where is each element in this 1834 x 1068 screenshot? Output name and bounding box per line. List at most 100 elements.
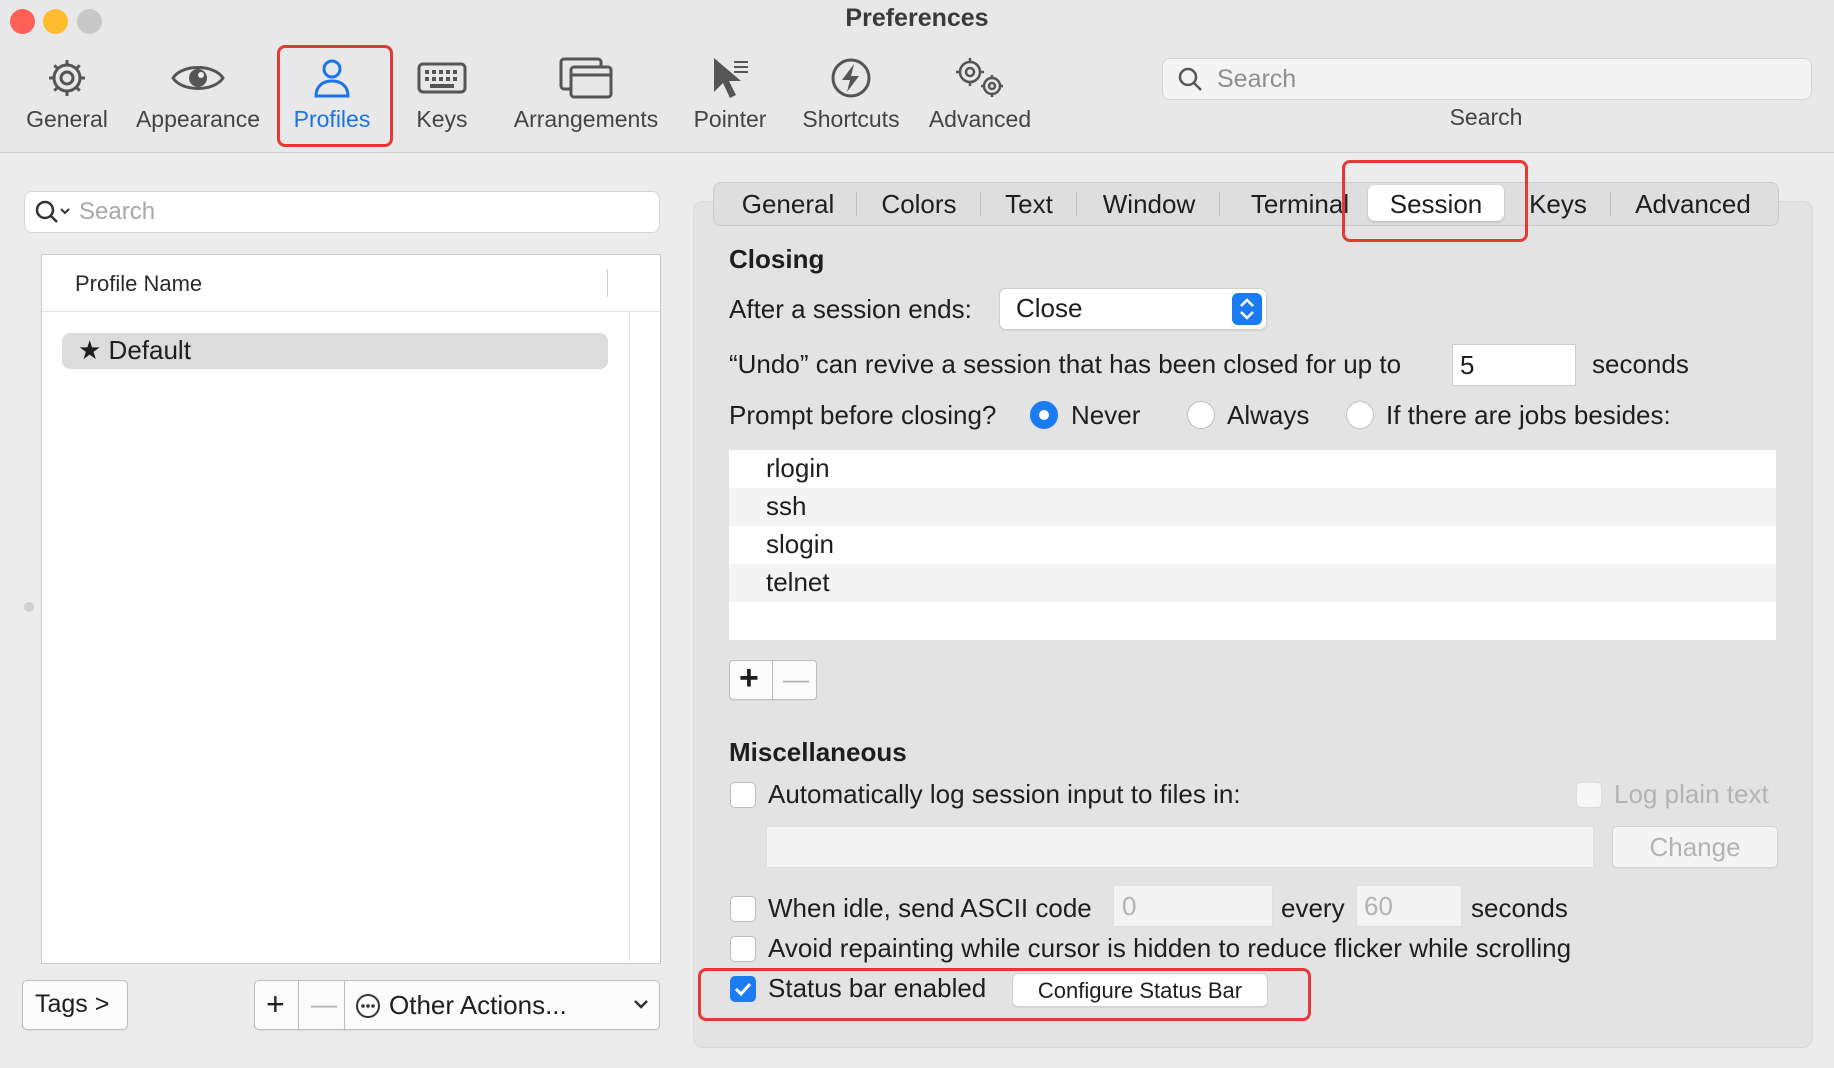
toolbar-keys[interactable]: Keys <box>400 52 484 142</box>
pointer-icon <box>686 52 774 104</box>
remove-profile-button[interactable]: — <box>298 980 346 1030</box>
toolbar-search-label: Search <box>1449 104 1523 130</box>
person-icon <box>280 52 384 104</box>
tab-text[interactable]: Text <box>988 186 1070 222</box>
plus-icon: + <box>739 659 759 697</box>
eye-icon <box>133 52 263 104</box>
closing-section-title: Closing <box>729 244 825 274</box>
idle-interval-value: 60 <box>1364 891 1393 921</box>
idle-code-input[interactable]: 0 <box>1113 885 1273 927</box>
toolbar-pointer[interactable]: Pointer <box>686 52 774 142</box>
list-item[interactable]: slogin <box>729 526 1776 564</box>
tags-button-label: Tags > <box>35 990 110 1018</box>
search-placeholder: Search <box>1217 65 1297 93</box>
toolbar-label: Keys <box>416 106 468 132</box>
ellipsis-circle-icon <box>355 993 381 1024</box>
toolbar-appearance[interactable]: Appearance <box>133 52 263 142</box>
tab-divider <box>980 192 981 216</box>
toolbar-label: Profiles <box>293 106 371 132</box>
toolbar-profiles[interactable]: Profiles <box>280 52 384 142</box>
toolbar-arrangements[interactable]: Arrangements <box>508 52 664 142</box>
undo-seconds-value: 5 <box>1460 350 1475 380</box>
add-job-button[interactable]: + <box>729 659 774 700</box>
every-label: every <box>1281 893 1345 923</box>
list-item[interactable]: telnet <box>729 564 1776 602</box>
toolbar-label: Shortcuts <box>802 106 900 132</box>
tab-keys[interactable]: Keys <box>1518 186 1598 222</box>
gear-icon <box>18 52 116 104</box>
change-directory-button[interactable]: Change <box>1612 826 1778 868</box>
toolbar-shortcuts[interactable]: Shortcuts <box>796 52 906 142</box>
tab-window[interactable]: Window <box>1086 186 1212 222</box>
session-tab-highlight-box <box>1342 160 1528 242</box>
list-scroll-track <box>629 312 630 962</box>
radio-never[interactable] <box>1030 401 1058 429</box>
after-session-value: Close <box>1016 293 1083 323</box>
other-actions-label: Other Actions... <box>389 990 567 1020</box>
toolbar-label: Pointer <box>693 106 767 132</box>
avoid-repaint-checkbox[interactable] <box>730 936 756 962</box>
profile-list-header[interactable]: Profile Name <box>42 255 660 312</box>
idle-interval-input[interactable]: 60 <box>1356 885 1462 927</box>
tab-divider <box>1076 192 1077 216</box>
toolbar-advanced[interactable]: Advanced <box>924 52 1036 142</box>
other-actions-menu[interactable]: Other Actions... <box>344 980 660 1030</box>
after-session-select[interactable]: Close <box>999 288 1267 330</box>
undo-seconds-input[interactable]: 5 <box>1452 344 1576 386</box>
radio-jobs-besides[interactable] <box>1346 401 1374 429</box>
chevron-down-icon <box>633 997 649 1015</box>
toolbar-general[interactable]: General <box>18 52 116 142</box>
undo-label: “Undo” can revive a session that has bee… <box>729 349 1402 379</box>
windows-icon <box>508 52 664 104</box>
job-name: slogin <box>766 529 834 559</box>
add-profile-button[interactable]: + <box>254 980 300 1030</box>
tab-general[interactable]: General <box>728 186 848 222</box>
tab-divider <box>856 192 857 216</box>
toolbar-label: General <box>26 106 108 132</box>
misc-section-title: Miscellaneous <box>729 737 907 767</box>
avoid-repaint-label: Avoid repainting while cursor is hidden … <box>768 933 1572 963</box>
tags-button[interactable]: Tags > <box>22 980 128 1030</box>
auto-log-label: Automatically log session input to files… <box>768 779 1241 809</box>
log-directory-field[interactable] <box>766 826 1594 868</box>
idle-ascii-checkbox[interactable] <box>730 896 756 922</box>
minus-icon: — <box>311 989 337 1019</box>
checkmark-icon <box>734 982 752 997</box>
auto-log-checkbox[interactable] <box>730 782 756 808</box>
idle-ascii-label: When idle, send ASCII code <box>768 893 1092 923</box>
status-bar-label: Status bar enabled <box>768 973 987 1003</box>
job-name: telnet <box>766 567 830 597</box>
split-handle[interactable] <box>24 602 34 612</box>
radio-always-label: Always <box>1227 400 1310 430</box>
toolbar-label: Advanced <box>928 106 1032 132</box>
after-session-label: After a session ends: <box>729 294 972 324</box>
tab-colors[interactable]: Colors <box>864 186 974 222</box>
tab-divider <box>1610 192 1611 216</box>
profile-search-field[interactable]: Search <box>24 191 660 233</box>
radio-jobs-besides-label: If there are jobs besides: <box>1386 400 1671 430</box>
radio-always[interactable] <box>1187 401 1215 429</box>
star-icon: ★ <box>78 335 102 365</box>
log-plain-text-checkbox[interactable] <box>1576 782 1602 808</box>
column-header-profile-name: Profile Name <box>75 271 203 296</box>
plus-icon: + <box>266 986 285 1022</box>
window-title: Preferences <box>845 4 989 32</box>
list-item[interactable]: rlogin <box>729 450 1776 488</box>
log-plain-text-label: Log plain text <box>1614 779 1769 809</box>
search-icon <box>34 199 74 230</box>
configure-status-bar-label: Configure Status Bar <box>1037 978 1243 1003</box>
profile-row-default[interactable]: ★ Default <box>62 333 608 369</box>
toolbar-search-field[interactable]: Search <box>1162 58 1812 100</box>
undo-unit-label: seconds <box>1592 349 1689 379</box>
minus-icon: — <box>783 664 809 694</box>
configure-status-bar-button[interactable]: Configure Status Bar <box>1012 973 1268 1007</box>
profile-name: Default <box>108 335 191 365</box>
tab-divider <box>1219 192 1220 216</box>
tab-advanced[interactable]: Advanced <box>1622 186 1764 222</box>
list-item[interactable]: ssh <box>729 488 1776 526</box>
gears-icon <box>924 52 1036 104</box>
status-bar-checkbox[interactable] <box>730 976 756 1002</box>
idle-code-value: 0 <box>1122 891 1137 921</box>
remove-job-button[interactable]: — <box>772 660 817 700</box>
search-placeholder: Search <box>79 198 156 225</box>
